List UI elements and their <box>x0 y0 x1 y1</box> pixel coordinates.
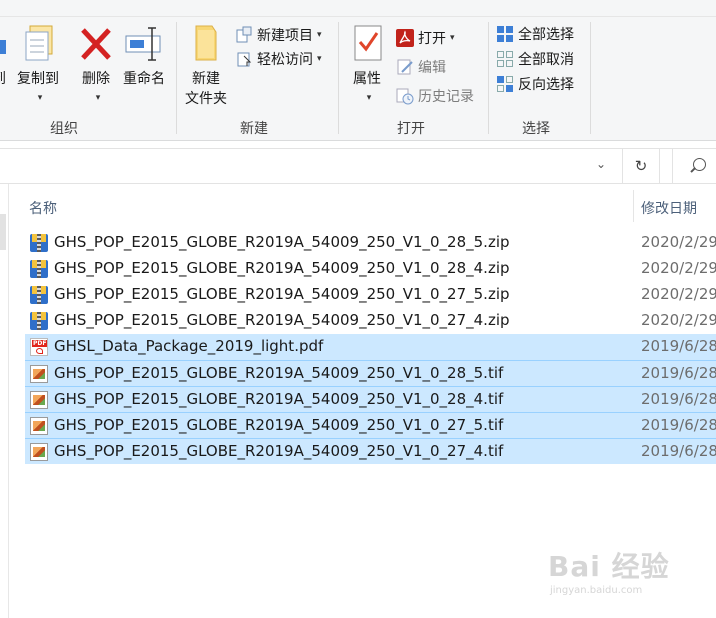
new-folder-button[interactable]: 新建 文件夹 <box>182 22 230 108</box>
copy-to-button[interactable]: 复制到 ▾ <box>14 22 62 104</box>
address-input[interactable] <box>0 149 620 183</box>
column-header-name[interactable]: 名称 <box>29 198 57 218</box>
rename-icon <box>125 27 161 61</box>
easy-access-icon <box>237 52 252 67</box>
select-all-button[interactable]: 全部选择 <box>496 23 574 45</box>
delete-button[interactable]: 删除 ▾ <box>76 22 116 104</box>
file-list: GHS_POP_E2015_GLOBE_R2019A_54009_250_V1_… <box>25 230 716 464</box>
pdf-reader-icon <box>396 29 414 47</box>
edit-icon <box>397 59 413 75</box>
chevron-down-icon: ▾ <box>317 54 322 64</box>
zip-file-icon <box>30 234 48 252</box>
search-box[interactable] <box>672 149 716 183</box>
easy-access-button[interactable]: 轻松访问 ▾ <box>235 48 322 70</box>
chevron-down-icon: ▾ <box>450 33 455 43</box>
pdf-file-icon <box>30 338 48 356</box>
watermark-url: jingyan.baidu.com <box>550 585 643 596</box>
zip-file-icon <box>30 312 48 330</box>
file-name: GHS_POP_E2015_GLOBE_R2019A_54009_250_V1_… <box>54 285 510 303</box>
tif-file-icon <box>30 417 48 435</box>
file-row[interactable]: GHS_POP_E2015_GLOBE_R2019A_54009_250_V1_… <box>25 230 716 256</box>
file-row[interactable]: GHS_POP_E2015_GLOBE_R2019A_54009_250_V1_… <box>25 386 716 412</box>
group-label-open: 打开 <box>397 121 425 137</box>
file-modified-date: 2019/6/28 <box>641 364 716 382</box>
file-row[interactable]: GHSL_Data_Package_2019_light.pdf 2019/6/2… <box>25 334 716 360</box>
refresh-button[interactable]: ↻ <box>622 149 660 183</box>
file-modified-date: 2019/6/28 <box>641 442 716 460</box>
group-label-select: 选择 <box>522 121 550 137</box>
address-history-dropdown[interactable]: ⌄ <box>596 157 606 171</box>
copy-to-icon <box>25 25 53 61</box>
chevron-down-icon: ▾ <box>95 93 101 103</box>
search-icon <box>693 158 706 171</box>
chevron-down-icon: ▾ <box>317 30 322 40</box>
watermark-logo: Bai 经验 <box>548 550 670 583</box>
file-row[interactable]: GHS_POP_E2015_GLOBE_R2019A_54009_250_V1_… <box>25 438 716 464</box>
file-row[interactable]: GHS_POP_E2015_GLOBE_R2019A_54009_250_V1_… <box>25 412 716 438</box>
column-divider[interactable] <box>633 190 634 222</box>
navigation-pane-scrollbar[interactable] <box>0 214 6 250</box>
watermark: Bai 经验 jingyan.baidu.com <box>548 545 670 596</box>
file-name: GHSL_Data_Package_2019_light.pdf <box>54 337 324 355</box>
file-name: GHS_POP_E2015_GLOBE_R2019A_54009_250_V1_… <box>54 259 510 277</box>
group-divider <box>590 22 591 134</box>
chevron-down-icon: ▾ <box>37 93 43 103</box>
group-label-organize: 组织 <box>50 121 78 137</box>
invert-selection-icon <box>497 76 513 92</box>
file-name: GHS_POP_E2015_GLOBE_R2019A_54009_250_V1_… <box>54 390 504 408</box>
file-row[interactable]: GHS_POP_E2015_GLOBE_R2019A_54009_250_V1_… <box>25 308 716 334</box>
rename-button[interactable]: 重命名 <box>120 22 168 88</box>
column-header-modified[interactable]: 修改日期 <box>641 198 697 218</box>
file-row[interactable]: GHS_POP_E2015_GLOBE_R2019A_54009_250_V1_… <box>25 360 716 386</box>
ribbon-top-divider <box>0 16 716 17</box>
group-divider <box>488 22 489 134</box>
file-name: GHS_POP_E2015_GLOBE_R2019A_54009_250_V1_… <box>54 442 504 460</box>
file-name: GHS_POP_E2015_GLOBE_R2019A_54009_250_V1_… <box>54 416 504 434</box>
new-item-icon <box>236 26 252 43</box>
address-bar: ⌄ ↻ <box>0 148 716 184</box>
select-none-icon <box>497 51 513 67</box>
cut-button-partial[interactable]: 到 <box>0 22 12 87</box>
tif-file-icon <box>30 443 48 461</box>
new-item-button[interactable]: 新建项目 ▾ <box>235 24 322 46</box>
history-icon <box>396 88 414 105</box>
file-modified-date: 2019/6/28 <box>641 390 716 408</box>
tif-file-icon <box>30 391 48 409</box>
new-folder-icon <box>195 25 217 61</box>
chevron-down-icon: ▾ <box>366 93 372 103</box>
delete-icon <box>81 28 111 60</box>
open-button[interactable]: 打开 ▾ <box>396 27 455 49</box>
file-row[interactable]: GHS_POP_E2015_GLOBE_R2019A_54009_250_V1_… <box>25 282 716 308</box>
file-modified-date: 2019/6/28 <box>641 416 716 434</box>
navigation-pane <box>0 184 9 618</box>
zip-file-icon <box>30 260 48 278</box>
group-label-new: 新建 <box>240 121 268 137</box>
tif-file-icon <box>30 365 48 383</box>
file-name: GHS_POP_E2015_GLOBE_R2019A_54009_250_V1_… <box>54 311 510 329</box>
group-divider <box>176 22 177 134</box>
file-name: GHS_POP_E2015_GLOBE_R2019A_54009_250_V1_… <box>54 364 504 382</box>
ribbon: 到 复制到 ▾ 删除 ▾ 重命名 组织 <box>0 0 716 141</box>
file-modified-date: 2020/2/29 <box>641 233 716 251</box>
history-button[interactable]: 历史记录 <box>396 85 474 107</box>
file-modified-date: 2019/6/28 <box>641 337 716 355</box>
group-divider <box>338 22 339 134</box>
file-row[interactable]: GHS_POP_E2015_GLOBE_R2019A_54009_250_V1_… <box>25 256 716 282</box>
invert-selection-button[interactable]: 反向选择 <box>496 73 574 95</box>
file-modified-date: 2020/2/29 <box>641 259 716 277</box>
file-modified-date: 2020/2/29 <box>641 285 716 303</box>
file-name: GHS_POP_E2015_GLOBE_R2019A_54009_250_V1_… <box>54 233 510 251</box>
select-all-icon <box>497 26 513 42</box>
zip-file-icon <box>30 286 48 304</box>
refresh-icon: ↻ <box>634 157 648 175</box>
cut-icon <box>0 40 6 54</box>
file-modified-date: 2020/2/29 <box>641 311 716 329</box>
select-none-button[interactable]: 全部取消 <box>496 48 574 70</box>
properties-icon <box>354 25 382 61</box>
properties-button[interactable]: 属性 ▾ <box>346 22 388 104</box>
edit-button[interactable]: 编辑 <box>396 56 446 78</box>
